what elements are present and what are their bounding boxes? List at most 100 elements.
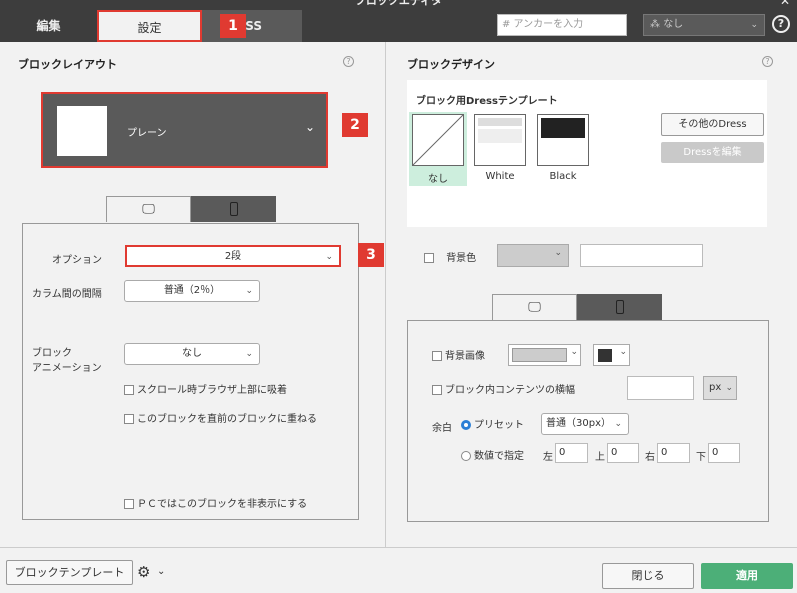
device-tabs-design: 🖵 [492,294,662,322]
right-input[interactable]: 0 [657,443,690,463]
bg-color-label: 背景色 [446,253,477,264]
apply-button[interactable]: 適用 [701,563,793,589]
sticky-checkbox[interactable] [124,385,134,395]
tab-css[interactable]: SS [202,10,302,42]
bg-image-swatch [512,348,567,362]
monitor-icon: 🖵 [142,202,155,217]
template-none-label: なし [428,174,448,185]
chevron-down-icon: ⌄ [570,347,578,357]
hide-pc-label: ＰＣではこのブロックを非表示にする [137,499,308,510]
overlap-checkbox-row[interactable]: このブロックを直前のブロックに重ねる [124,410,317,425]
help-icon[interactable]: ? [343,56,354,67]
edit-dress-button[interactable]: Dressを編集 [661,142,764,163]
unit-select-value: px [709,382,722,393]
right-label: 右 [645,452,655,463]
layout-select-label: プレーン [127,128,167,139]
white-thumb-bar [478,118,522,126]
tab-desktop[interactable]: 🖵 [106,196,191,222]
left-label: 左 [543,452,553,463]
preset-select[interactable]: 普通（30px） ⌄ [541,413,629,435]
animation-select[interactable]: なし ⌄ [124,343,260,365]
sticky-label: スクロール時ブラウザ上部に吸着 [137,385,287,396]
monitor-icon: 🖵 [528,300,541,315]
preset-radio-row[interactable]: プリセット [461,416,524,431]
chevron-down-icon: ⌄ [619,347,627,357]
window-title: ブロックエディタ [354,0,443,7]
bg-color-select[interactable]: ⌄ [497,244,569,267]
anchor-icon: ⁂ [650,19,664,30]
anchor-select[interactable]: ⁂ なし ⌄ [643,14,765,36]
preset-label: プリセット [474,420,524,431]
chevron-down-icon: ⌄ [614,419,622,429]
smartphone-icon [229,202,238,216]
overlap-checkbox[interactable] [124,414,134,424]
content-width-row[interactable]: ブロック内コンテンツの横幅 [432,381,575,396]
bg-color-checkbox[interactable] [424,253,434,263]
tab-edit[interactable]: 編集 [0,10,97,42]
content-width-checkbox[interactable] [432,385,442,395]
help-icon[interactable]: ? [762,56,773,67]
content-width-input[interactable] [627,376,694,400]
hide-pc-checkbox-row[interactable]: ＰＣではこのブロックを非表示にする [124,495,307,510]
chevron-down-icon: ⌄ [305,120,316,134]
unit-select[interactable]: px ⌄ [703,376,737,400]
tab-mobile[interactable] [191,196,276,222]
gap-select-value: 普通（2％） [163,285,221,296]
block-template-button[interactable]: ブロックテンプレート [6,560,133,585]
chevron-down-icon: ⌄ [245,349,253,359]
tab-mobile[interactable] [577,294,662,320]
checker-icon [598,349,612,362]
template-white[interactable] [474,114,526,166]
block-layout-title: ブロックレイアウト [18,58,117,71]
bg-color-input[interactable] [580,244,703,267]
tab-desktop[interactable]: 🖵 [492,294,577,320]
numeric-radio-row[interactable]: 数値で指定 [461,447,524,462]
chevron-down-icon: ⌄ [750,20,758,30]
column-divider [385,42,386,547]
option-select[interactable]: 2段 ⌄ [125,245,341,267]
template-black[interactable] [537,114,589,166]
top-label: 上 [595,452,605,463]
white-thumb-body [478,129,522,143]
help-icon[interactable]: ? [772,15,790,33]
gap-select[interactable]: 普通（2％） ⌄ [124,280,260,302]
left-input[interactable]: 0 [555,443,588,463]
chevron-down-icon: ⌄ [725,383,733,393]
bottom-label: 下 [696,452,706,463]
template-none[interactable]: なし [409,112,467,186]
hide-pc-checkbox[interactable] [124,499,134,509]
template-black-label: Black [549,171,577,182]
bg-color-row[interactable]: 背景色 [424,249,476,264]
content-width-label: ブロック内コンテンツの横幅 [445,385,575,396]
chevron-down-icon: ⌄ [245,286,253,296]
tab-settings[interactable]: 設定 [97,10,202,42]
preset-radio[interactable] [461,420,471,430]
close-button[interactable]: 閉じる [602,563,694,589]
close-icon[interactable]: ✕ [780,0,790,8]
annotation-badge-2: 2 [342,113,368,137]
top-input[interactable]: 0 [607,443,639,463]
none-thumbnail [412,114,464,166]
bg-image-select[interactable]: ⌄ [508,344,581,366]
annotation-badge-1: 1 [220,14,246,38]
other-dress-button[interactable]: その他のDress [661,113,764,136]
layout-select[interactable]: プレーン ⌄ [41,92,328,168]
block-design-title: ブロックデザイン [407,58,495,71]
bg-pattern-select[interactable]: ⌄ [593,344,630,366]
bg-image-checkbox[interactable] [432,351,442,361]
numeric-radio[interactable] [461,451,471,461]
chevron-down-icon[interactable]: ⌄ [157,566,165,577]
anchor-select-value: なし [663,19,684,30]
template-white-label: White [485,171,515,182]
option-label: オプション [52,255,102,266]
bg-image-row[interactable]: 背景画像 [432,347,485,362]
gear-icon[interactable]: ⚙ [137,563,150,581]
bottom-input[interactable]: 0 [708,443,740,463]
device-tabs: 🖵 [106,196,276,224]
sticky-checkbox-row[interactable]: スクロール時ブラウザ上部に吸着 [124,381,287,396]
animation-label-2: アニメーション [32,363,102,374]
gap-label: カラム間の間隔 [32,289,102,300]
smartphone-icon [615,300,624,314]
anchor-input[interactable]: # アンカーを入力 [497,14,627,36]
preset-select-value: 普通（30px） [546,418,611,429]
